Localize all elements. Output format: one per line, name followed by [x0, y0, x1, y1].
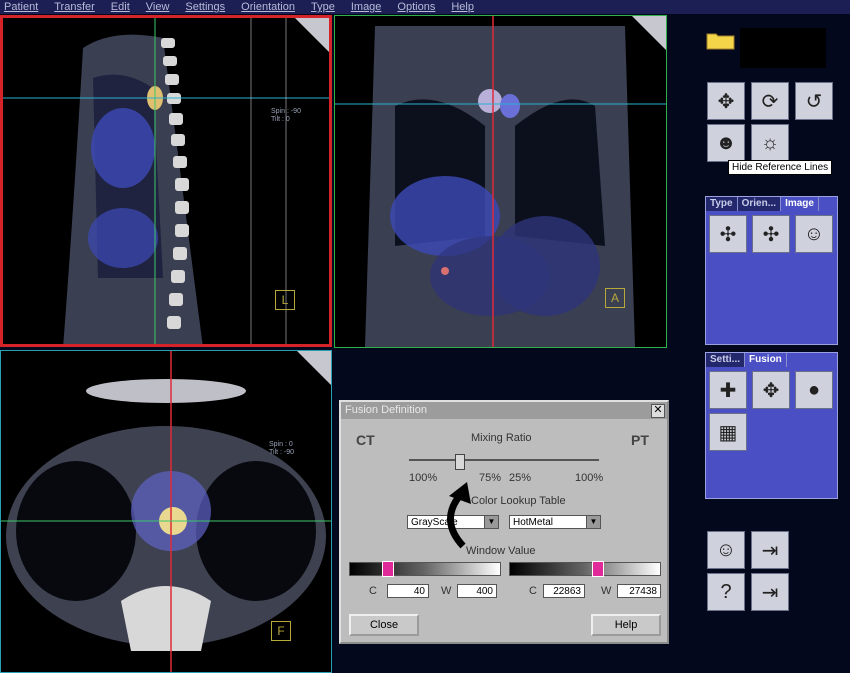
ct-w-label: W — [441, 585, 452, 597]
menu-image[interactable]: Image — [343, 0, 390, 14]
chevron-down-icon: ▼ — [586, 516, 600, 528]
viewport-corner-fold[interactable] — [295, 18, 329, 52]
folder-icon[interactable] — [706, 30, 736, 50]
fusion-move-icon[interactable]: ✥ — [752, 371, 790, 409]
slider-thumb[interactable] — [455, 454, 465, 470]
ratio-label-pt-100: 100% — [575, 472, 604, 484]
ratio-label-25: 25% — [509, 472, 532, 484]
dialog-title: Fusion Definition — [341, 402, 667, 419]
viewport-corner-fold[interactable] — [632, 16, 666, 50]
mixing-ratio-label: Mixing Ratio — [471, 432, 532, 444]
tab-orientation[interactable]: Orien... — [737, 197, 782, 211]
axial-viewport[interactable]: Spin : 0 Tilt : -90 F — [0, 350, 332, 673]
menu-settings[interactable]: Settings — [177, 0, 233, 14]
coronal-viewport[interactable]: A — [334, 15, 667, 348]
tab-image[interactable]: Image — [781, 197, 819, 211]
menu-orientation[interactable]: Orientation — [233, 0, 303, 14]
sagittal-orientation-label: L — [275, 290, 295, 310]
menu-edit[interactable]: Edit — [103, 0, 138, 14]
fusion-head-icon[interactable]: ● — [795, 371, 833, 409]
undo-rotate-icon[interactable]: ↺ — [795, 82, 833, 120]
fusion-panel: Setti... Fusion ✚ ✥ ● ▦ — [705, 352, 838, 499]
ct-label: CT — [356, 432, 375, 448]
pt-window-bar[interactable] — [509, 561, 661, 577]
pt-w-label: W — [601, 585, 612, 597]
pt-lut-select[interactable]: HotMetal ▼ — [509, 515, 601, 529]
export-grid-icon[interactable]: ⇥ — [751, 573, 789, 611]
menu-view[interactable]: View — [138, 0, 178, 14]
tab-type[interactable]: Type — [706, 197, 738, 211]
head-move-icon[interactable]: ✣ — [709, 215, 747, 253]
fusion-add-icon[interactable]: ✚ — [709, 371, 747, 409]
brightness-icon[interactable]: ☼ — [751, 124, 789, 162]
pt-w-field[interactable]: 27438 — [617, 584, 661, 598]
ct-w-field[interactable]: 400 — [457, 584, 497, 598]
ct-window-bar[interactable] — [349, 561, 501, 577]
head-profile-icon[interactable]: ☻ — [707, 124, 745, 162]
axial-spin-tilt: Spin : 0 Tilt : -90 — [269, 441, 295, 456]
mixing-ratio-slider[interactable] — [409, 454, 599, 470]
tooltip: Hide Reference Lines — [728, 160, 833, 175]
help-head-icon[interactable]: ? — [707, 573, 745, 611]
pt-c-label: C — [529, 585, 537, 597]
close-button[interactable]: Close — [349, 614, 419, 636]
ct-window-marker[interactable] — [382, 561, 394, 577]
pointer-arrow-icon — [447, 482, 471, 549]
tab-settings[interactable]: Setti... — [706, 353, 746, 367]
menu-options[interactable]: Options — [389, 0, 443, 14]
fusion-definition-dialog: Fusion Definition ✕ CT PT Mixing Ratio 1… — [339, 400, 669, 644]
tab-fusion[interactable]: Fusion — [745, 353, 787, 367]
rotate-3d-icon[interactable]: ⟳ — [751, 82, 789, 120]
menu-patient[interactable]: Patient — [0, 0, 46, 14]
pt-label: PT — [631, 432, 649, 448]
pt-c-field[interactable]: 22863 — [543, 584, 585, 598]
head-image-icon[interactable]: ☺ — [795, 215, 833, 253]
status-area — [740, 28, 826, 68]
sagittal-spin-tilt: Spin : -90 Tilt : 0 — [271, 108, 301, 123]
viewport-corner-fold[interactable] — [297, 351, 331, 385]
axial-orientation-label: F — [271, 621, 291, 641]
ct-c-field[interactable]: 40 — [387, 584, 429, 598]
menu-transfer[interactable]: Transfer — [46, 0, 103, 14]
type-panel: Type Orien... Image ✣ ✣ ☺ — [705, 196, 838, 345]
rotate-arrows-icon[interactable]: ✥ — [707, 82, 745, 120]
pt-window-marker[interactable] — [592, 561, 604, 577]
fusion-layout-icon[interactable]: ▦ — [709, 413, 747, 451]
menu-help[interactable]: Help — [443, 0, 482, 14]
coronal-orientation-label: A — [605, 288, 625, 308]
help-button[interactable]: Help — [591, 614, 661, 636]
sagittal-viewport[interactable]: Spin : -90 Tilt : 0 L — [0, 15, 332, 347]
head-rotate-icon[interactable]: ✣ — [752, 215, 790, 253]
menu-bar: Patient Transfer Edit View Settings Orie… — [0, 0, 850, 14]
export-layout-icon[interactable]: ⇥ — [751, 531, 789, 569]
menu-type[interactable]: Type — [303, 0, 343, 14]
save-head-icon[interactable]: ☺ — [707, 531, 745, 569]
close-icon[interactable]: ✕ — [651, 404, 665, 418]
ct-c-label: C — [369, 585, 377, 597]
